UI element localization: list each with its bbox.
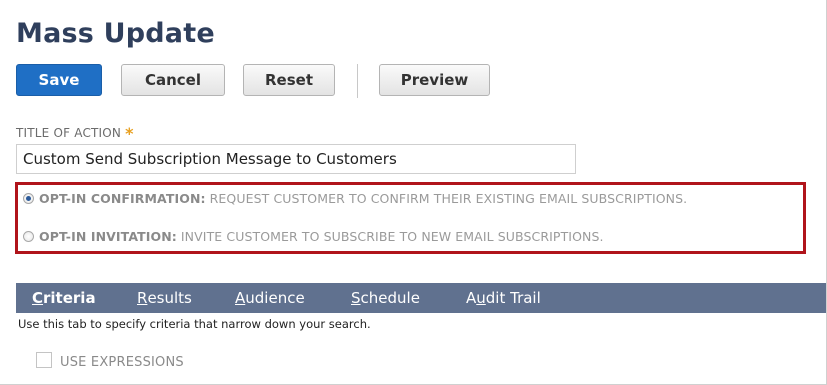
tab-access-key: R: [137, 289, 148, 307]
radio-selected-icon[interactable]: [23, 193, 34, 204]
option-description: INVITE CUSTOMER TO SUBSCRIBE TO NEW EMAI…: [180, 229, 604, 244]
subtab-bar: Criteria Results Audience Schedule Au dit…: [16, 283, 826, 313]
page-title: Mass Update: [16, 18, 215, 49]
title-of-action-label: TITLE OF ACTION *: [16, 122, 134, 143]
tab-criteria[interactable]: Criteria: [32, 283, 96, 313]
tab-audience[interactable]: Audience: [235, 283, 305, 313]
option-label: OPT-IN CONFIRMATION:: [39, 191, 206, 206]
option-opt-in-confirmation[interactable]: OPT-IN CONFIRMATION: REQUEST CUSTOMER TO…: [23, 191, 687, 206]
option-opt-in-invitation[interactable]: OPT-IN INVITATION: INVITE CUSTOMER TO SU…: [23, 229, 604, 244]
use-expressions-checkbox[interactable]: [36, 352, 52, 368]
tab-access-key: C: [32, 289, 44, 307]
tab-access-key: A: [235, 289, 246, 307]
reset-button[interactable]: Reset: [243, 64, 335, 96]
tab-label-rest: dit Trail: [485, 289, 541, 307]
option-label: OPT-IN INVITATION:: [39, 229, 177, 244]
tab-access-key: S: [351, 289, 361, 307]
toolbar-divider: [357, 64, 358, 98]
tab-results[interactable]: Results: [137, 283, 192, 313]
use-expressions-label: USE EXPRESSIONS: [60, 355, 184, 370]
tab-access-key: u: [476, 289, 486, 307]
tab-label-pre: A: [466, 289, 477, 307]
required-marker: *: [125, 124, 134, 143]
tab-label-rest: udience: [245, 289, 305, 307]
option-description: REQUEST CUSTOMER TO CONFIRM THEIR EXISTI…: [209, 191, 688, 206]
title-of-action-input[interactable]: Custom Send Subscription Message to Cust…: [16, 144, 576, 174]
criteria-help-text: Use this tab to specify criteria that na…: [18, 317, 371, 331]
save-button[interactable]: Save: [16, 64, 102, 96]
cancel-button[interactable]: Cancel: [121, 64, 225, 96]
tab-schedule[interactable]: Schedule: [351, 283, 420, 313]
tab-label-rest: chedule: [360, 289, 420, 307]
tab-audit-trail[interactable]: Au dit Trail: [466, 283, 541, 313]
title-of-action-label-text: TITLE OF ACTION: [16, 126, 122, 140]
tab-label-rest: riteria: [43, 289, 96, 307]
tab-label-rest: esults: [147, 289, 192, 307]
radio-unselected-icon[interactable]: [23, 231, 34, 242]
preview-button[interactable]: Preview: [379, 64, 490, 96]
